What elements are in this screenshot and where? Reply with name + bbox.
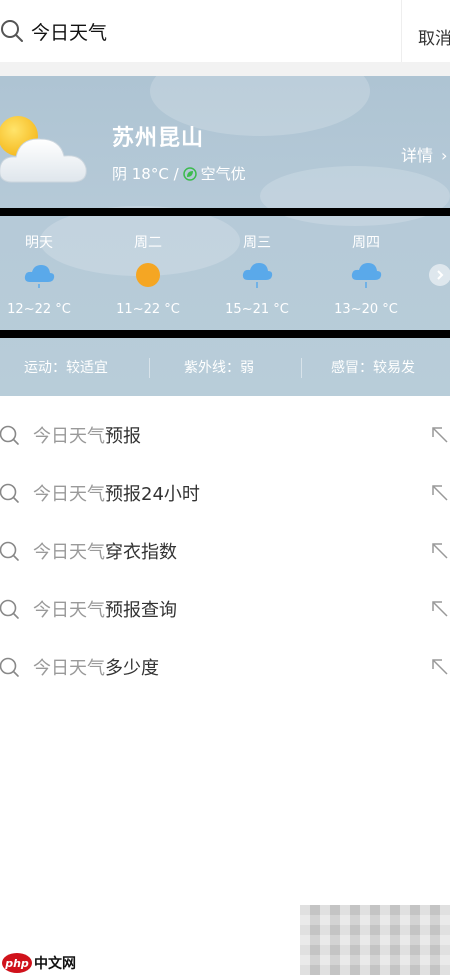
divider (149, 358, 150, 378)
condition-text: 阴 18°C / (112, 165, 179, 183)
details-label: 详情 (401, 146, 434, 165)
forecast-day-temp: 11~22 °C (116, 302, 180, 317)
search-icon (0, 483, 19, 503)
life-indices: 运动：较适宜 紫外线：弱 感冒：较易发 (0, 340, 450, 396)
fill-arrow-icon[interactable] (430, 599, 450, 619)
search-icon (0, 599, 19, 619)
blurred-image (300, 905, 450, 975)
cancel-button[interactable]: 取消 (418, 24, 450, 49)
suggestion-item[interactable]: 今日天气预报24小时 (0, 464, 450, 522)
suggestion-item[interactable]: 今日天气预报查询 (0, 580, 450, 638)
index-exercise: 运动：较适宜 (24, 360, 108, 376)
suggestion-item[interactable]: 今日天气穿衣指数 (0, 522, 450, 580)
search-input[interactable] (31, 14, 391, 48)
details-link[interactable]: 详情 › (401, 142, 447, 166)
chevron-right-icon: › (441, 146, 448, 165)
current-condition: 阴 18°C / 空气优 (112, 163, 246, 184)
index-uv: 紫外线：弱 (184, 360, 254, 376)
fill-arrow-icon[interactable] (430, 425, 450, 445)
forecast-day-name: 周四 (352, 235, 380, 251)
sun-icon (136, 263, 160, 287)
forecast-day-temp: 12~22 °C (7, 302, 71, 317)
watermark-php-badge: php (2, 953, 32, 973)
suggestion-item[interactable]: 今日天气多少度 (0, 638, 450, 696)
next-button[interactable] (429, 264, 450, 286)
weather-card[interactable]: 苏州昆山 阴 18°C / 空气优 详情 › 明天 12~22 °C 周二 11… (0, 76, 450, 396)
divider (0, 208, 450, 216)
suggestion-text: 今日天气多少度 (33, 658, 159, 679)
air-quality: 空气优 (200, 165, 246, 183)
forecast-day-temp: 13~20 °C (334, 302, 398, 317)
search-icon (0, 425, 19, 445)
forecast-day-name: 周二 (134, 235, 162, 251)
cloud-rain-icon (351, 263, 382, 288)
suggestion-list: 今日天气预报 今日天气预报24小时 今日天气穿衣指数 今日天气预报查询 今日天气… (0, 406, 450, 696)
suggestion-text: 今日天气预报 (33, 426, 141, 447)
cloud-rain-icon (242, 263, 273, 288)
search-box[interactable] (0, 0, 402, 62)
fill-arrow-icon[interactable] (430, 483, 450, 503)
suggestion-item[interactable]: 今日天气预报 (0, 406, 450, 464)
divider (0, 330, 450, 338)
divider (301, 358, 302, 378)
forecast-strip[interactable]: 明天 12~22 °C 周二 11~22 °C 周三 15~21 °C 周四 1… (0, 216, 450, 326)
search-icon (0, 541, 19, 561)
current-weather[interactable]: 苏州昆山 阴 18°C / 空气优 详情 › (0, 76, 450, 208)
search-icon (0, 657, 19, 677)
index-cold: 感冒：较易发 (331, 360, 415, 376)
search-bar: 取消 (0, 0, 450, 62)
suggestion-text: 今日天气预报查询 (33, 600, 177, 621)
forecast-day[interactable]: 周二 11~22 °C (103, 216, 193, 317)
sun-cloud-icon (0, 116, 87, 183)
search-icon (1, 20, 23, 42)
forecast-day[interactable]: 周三 15~21 °C (212, 216, 302, 317)
city-name: 苏州昆山 (112, 126, 205, 151)
cloud-rain-icon (24, 265, 55, 288)
divider (0, 62, 450, 76)
forecast-day-name: 周三 (243, 235, 271, 251)
fill-arrow-icon[interactable] (430, 657, 450, 677)
suggestion-text: 今日天气预报24小时 (33, 484, 200, 505)
forecast-day[interactable]: 周四 13~20 °C (321, 216, 411, 317)
suggestion-text: 今日天气穿衣指数 (33, 542, 177, 563)
watermark-logo: php 中文网 (2, 952, 76, 974)
forecast-day-name: 明天 (25, 235, 53, 251)
watermark-text: 中文网 (34, 956, 76, 972)
fill-arrow-icon[interactable] (430, 541, 450, 561)
chevron-right-icon (437, 270, 444, 280)
forecast-day-temp: 15~21 °C (225, 302, 289, 317)
leaf-icon (182, 166, 197, 181)
forecast-day[interactable]: 明天 12~22 °C (0, 216, 84, 317)
